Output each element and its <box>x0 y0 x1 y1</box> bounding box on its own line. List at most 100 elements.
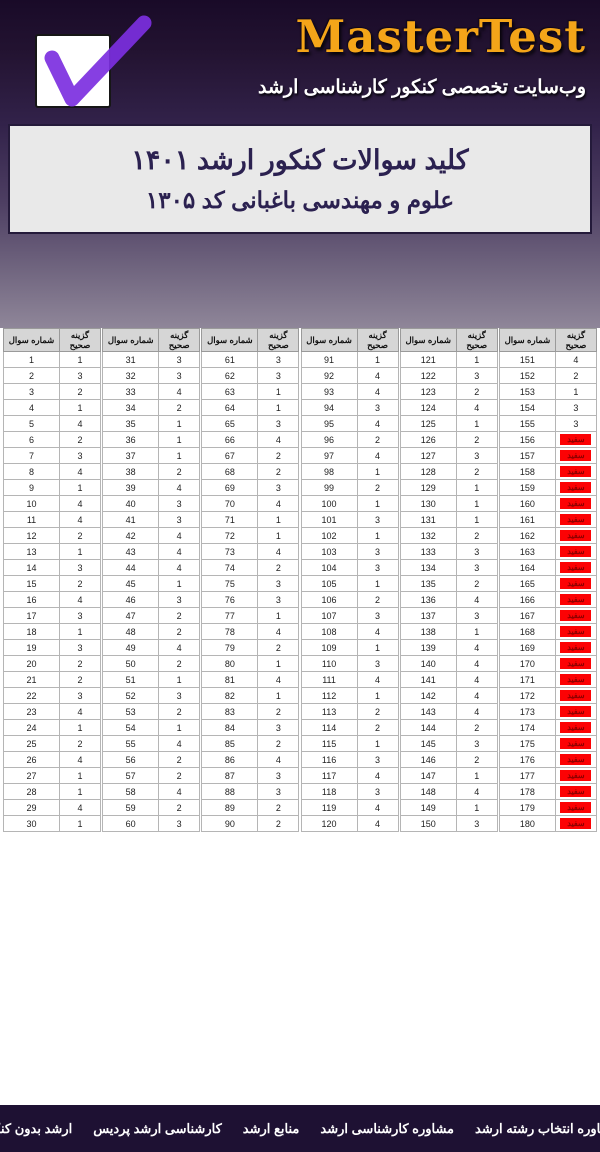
question-number-cell: 102 <box>301 528 357 544</box>
blank-answer-badge: سفید <box>560 802 591 813</box>
table-row: 911 <box>301 352 398 368</box>
table-row: 1311 <box>400 512 497 528</box>
question-number-cell: 152 <box>499 368 555 384</box>
table-row: 1291 <box>400 480 497 496</box>
answer-cell: 2 <box>357 432 398 448</box>
answer-cell: سفید <box>555 720 596 736</box>
answer-cell: 3 <box>60 448 101 464</box>
table-row: 721 <box>202 528 299 544</box>
table-row: 1531 <box>499 384 596 400</box>
question-number-cell: 20 <box>4 656 60 672</box>
answer-cell: سفید <box>555 800 596 816</box>
answer-cell: 2 <box>159 624 200 640</box>
question-number-cell: 7 <box>4 448 60 464</box>
question-number-cell: 100 <box>301 496 357 512</box>
blank-answer-badge: سفید <box>560 738 591 749</box>
question-number-cell: 139 <box>400 640 456 656</box>
answer-cell: 1 <box>60 816 101 832</box>
question-number-cell: 31 <box>103 352 159 368</box>
table-row: 1471 <box>400 768 497 784</box>
question-number-cell: 81 <box>202 672 258 688</box>
answer-table: شماره سوالگزینه صحیح91192493494395496297… <box>301 328 399 832</box>
answer-cell: 4 <box>357 768 398 784</box>
answer-cell: 1 <box>357 464 398 480</box>
answer-cell: 1 <box>357 576 398 592</box>
table-row: 511 <box>103 672 200 688</box>
answer-cell: 4 <box>258 544 299 560</box>
table-row: 771 <box>202 608 299 624</box>
table-row: 523 <box>103 688 200 704</box>
answer-cell: 4 <box>258 432 299 448</box>
answer-cell: 3 <box>258 576 299 592</box>
footer-link[interactable]: ارشد بدون کنکور <box>0 1121 72 1137</box>
answer-cell: سفید <box>555 736 596 752</box>
question-number-cell: 111 <box>301 672 357 688</box>
question-number-cell: 56 <box>103 752 159 768</box>
table-row: 974 <box>301 448 398 464</box>
question-number-cell: 93 <box>301 384 357 400</box>
blank-answer-badge: سفید <box>560 546 591 557</box>
table-row: 84 <box>4 464 101 480</box>
footer-link[interactable]: کارشناسی ارشد پردیس <box>93 1121 222 1137</box>
table-row: 122 <box>4 528 101 544</box>
answer-cell: سفید <box>555 656 596 672</box>
question-number-cell: 34 <box>103 400 159 416</box>
table-row: 241 <box>4 720 101 736</box>
question-number-cell: 72 <box>202 528 258 544</box>
question-number-cell: 156 <box>499 432 555 448</box>
answer-cell: 4 <box>456 672 497 688</box>
blank-answer-badge: سفید <box>560 754 591 765</box>
question-number-cell: 75 <box>202 576 258 592</box>
question-number-cell: 168 <box>499 624 555 640</box>
question-number-cell: 74 <box>202 560 258 576</box>
table-row: 532 <box>103 704 200 720</box>
question-number-cell: 89 <box>202 800 258 816</box>
table-row: 157سفید <box>499 448 596 464</box>
answer-cell: 3 <box>159 496 200 512</box>
site-title[interactable]: MasterTest <box>295 10 586 63</box>
page-title: کلید سوالات کنکور ارشد ۱۴۰۱ <box>131 145 468 176</box>
table-row: 223 <box>4 688 101 704</box>
answer-cell: سفید <box>555 480 596 496</box>
footer-link[interactable]: مشاوره انتخاب رشته ارشد <box>475 1121 600 1137</box>
question-number-cell: 70 <box>202 496 258 512</box>
answer-cell: 1 <box>357 736 398 752</box>
question-number-header: شماره سوال <box>400 329 456 352</box>
question-number-cell: 126 <box>400 432 456 448</box>
table-row: 1301 <box>400 496 497 512</box>
footer-link[interactable]: مشاوره کارشناسی ارشد <box>320 1121 454 1137</box>
question-number-cell: 141 <box>400 672 456 688</box>
answer-cell: 4 <box>357 624 398 640</box>
table-row: 753 <box>202 576 299 592</box>
question-number-cell: 179 <box>499 800 555 816</box>
blank-answer-badge: سفید <box>560 722 591 733</box>
answer-cell: 3 <box>357 560 398 576</box>
table-row: 1043 <box>301 560 398 576</box>
question-number-cell: 155 <box>499 416 555 432</box>
table-row: 1503 <box>400 816 497 832</box>
answer-cell: 2 <box>258 464 299 480</box>
table-row: 166سفید <box>499 592 596 608</box>
answer-cell: 3 <box>159 512 200 528</box>
question-number-cell: 138 <box>400 624 456 640</box>
answer-cell: 2 <box>456 576 497 592</box>
question-number-cell: 28 <box>4 784 60 800</box>
table-row: 641 <box>202 400 299 416</box>
answer-cell: 4 <box>456 592 497 608</box>
answer-cell: 3 <box>357 512 398 528</box>
footer-link[interactable]: منابع ارشد <box>243 1121 300 1137</box>
table-row: 62 <box>4 432 101 448</box>
answer-cell: 2 <box>159 752 200 768</box>
question-number-cell: 69 <box>202 480 258 496</box>
table-row: 178سفید <box>499 784 596 800</box>
question-number-cell: 175 <box>499 736 555 752</box>
table-row: 873 <box>202 768 299 784</box>
answer-cell: 3 <box>357 784 398 800</box>
table-row: 162سفید <box>499 528 596 544</box>
table-row: 156سفید <box>499 432 596 448</box>
question-number-cell: 130 <box>400 496 456 512</box>
question-number-cell: 53 <box>103 704 159 720</box>
question-number-cell: 2 <box>4 368 60 384</box>
answer-cell: 4 <box>555 352 596 368</box>
table-row: 603 <box>103 816 200 832</box>
